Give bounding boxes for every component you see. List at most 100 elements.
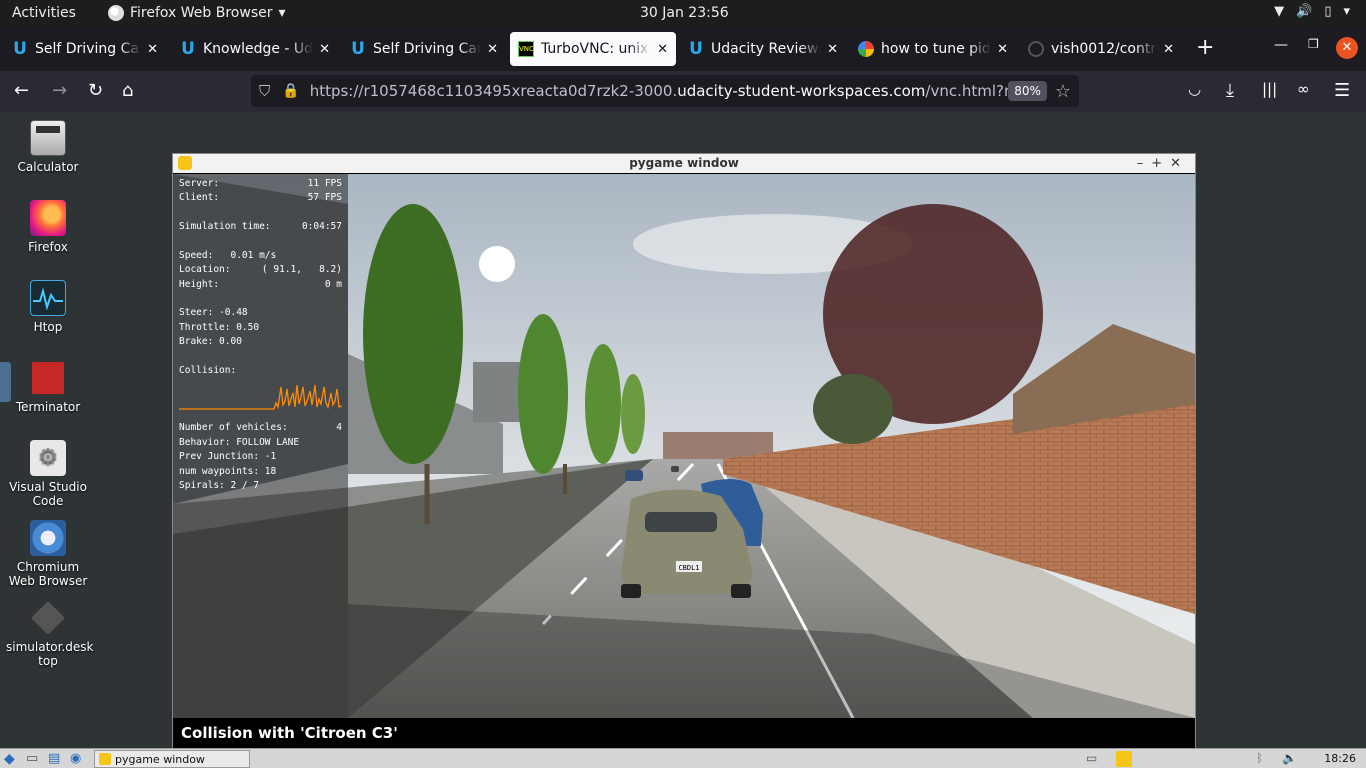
google-icon — [858, 41, 874, 57]
system-tray[interactable]: ▼ 🔊 ▯ ▾ — [1274, 4, 1350, 19]
vnc-remote-desktop[interactable]: Calculator Firefox Htop Terminator ⚙ Vis… — [0, 112, 1366, 749]
library-icon[interactable]: ||| — [1262, 80, 1277, 98]
desktop-icon-chromium[interactable]: Chromium Web Browser — [6, 520, 90, 588]
desktop-icon[interactable]: ▭ — [26, 751, 42, 767]
tab-udacity-reviews[interactable]: U Udacity Reviews ✕ — [680, 32, 846, 66]
pygame-window[interactable]: pygame window –+✕ CBDL1 Server: 11 FPS C… — [172, 153, 1196, 749]
close-icon[interactable]: ✕ — [147, 42, 158, 57]
file-manager-icon[interactable]: ▤ — [48, 751, 64, 767]
sync-icon[interactable]: ∞ — [1297, 80, 1310, 98]
hud-vehicles-label: Number of vehicles: — [179, 422, 288, 433]
close-icon[interactable]: ✕ — [997, 42, 1008, 57]
desktop-icon-htop[interactable]: Htop — [6, 280, 90, 334]
zoom-indicator[interactable]: 80% — [1008, 81, 1047, 101]
lock-icon[interactable]: 🔒 — [282, 83, 299, 99]
download-icon[interactable]: ⤓ — [1226, 80, 1234, 101]
desktop-icon-calculator[interactable]: Calculator — [6, 120, 90, 174]
tab-self-driving-car-2[interactable]: U Self Driving Car E ✕ — [342, 32, 506, 66]
hud-speed: Speed: 0.01 m/s — [179, 250, 277, 261]
hud-throttle: Throttle: 0.50 — [179, 322, 260, 333]
activities-button[interactable]: Activities — [12, 5, 76, 21]
app-menu[interactable]: Firefox Web Browser ▾ — [108, 5, 286, 21]
udacity-icon: U — [351, 39, 365, 59]
bluetooth-icon[interactable]: ᛒ — [1256, 751, 1272, 767]
tab-knowledge[interactable]: U Knowledge - Uda ✕ — [172, 32, 338, 66]
udacity-icon: U — [181, 39, 195, 59]
hud-location-value: ( 91.1, 8.2) — [261, 264, 342, 275]
home-button[interactable]: ⌂ — [122, 80, 133, 101]
tab-self-driving-car-1[interactable]: U Self Driving Car E ✕ — [4, 32, 166, 66]
vscode-icon: ⚙ — [30, 440, 66, 476]
taskbar-item-pygame[interactable]: pygame window — [94, 750, 250, 768]
url-text[interactable]: https://r1057468c1103495xreacta0d7rzk2-3… — [310, 82, 1008, 100]
minimize-button[interactable]: — — [1274, 37, 1288, 53]
tab-pid-tuning[interactable]: how to tune pid p ✕ — [850, 32, 1016, 66]
hud-client: Client: 57 FPS — [179, 192, 342, 203]
desktop-icon-label: simulator.desk top — [6, 640, 94, 668]
hud-behavior: Behavior: FOLLOW LANE — [179, 437, 300, 448]
window-controls[interactable]: –+✕ — [1137, 154, 1189, 173]
simulator-view[interactable]: CBDL1 Server: 11 FPS Client: 57 FPS Simula… — [173, 174, 1195, 718]
nav-toolbar: ← → ↻ ⌂ ⛉ 🔒 https://r1057468c1103495xrea… — [0, 71, 1366, 112]
close-icon[interactable]: ✕ — [319, 42, 330, 57]
pygame-icon — [178, 156, 192, 170]
close-icon[interactable]: ✕ — [487, 42, 498, 57]
firefox-icon — [108, 5, 124, 21]
hud-sim-time-value: 0:04:57 — [301, 221, 342, 232]
reload-button[interactable]: ↻ — [88, 80, 103, 101]
browser-icon[interactable]: ◉ — [70, 751, 86, 767]
pygame-window-title: pygame window — [629, 156, 739, 170]
hud-panel: Server: 11 FPS Client: 57 FPS Simulation t… — [173, 174, 348, 718]
tab-strip: U Self Driving Car E ✕ U Knowledge - Uda… — [0, 27, 1366, 71]
new-tab-button[interactable]: + — [1196, 35, 1214, 60]
license-plate: CBDL1 — [678, 564, 699, 572]
udacity-icon: U — [13, 39, 27, 59]
hud-height: Height: 0 m — [179, 279, 342, 290]
close-icon[interactable]: ✕ — [1163, 42, 1174, 57]
start-menu-icon[interactable]: ◆ — [4, 751, 20, 767]
desktop-icon-label: Terminator — [15, 400, 81, 414]
github-icon — [1028, 41, 1044, 57]
pygame-tray-icon[interactable] — [1116, 751, 1132, 767]
restore-button[interactable]: ❐ — [1308, 37, 1319, 51]
menu-icon[interactable]: ☰ — [1334, 80, 1350, 101]
hud-sim-time: Simulation time: 0:04:57 — [179, 221, 342, 232]
window-close-button[interactable]: ✕ — [1336, 37, 1358, 59]
desktop-icon-label: Chromium Web Browser — [8, 560, 88, 588]
desktop-icon-simulator[interactable]: simulator.desk top — [6, 598, 94, 668]
firefox-icon — [30, 200, 66, 236]
desktop-icon-terminator[interactable]: Terminator — [6, 360, 90, 414]
hud-spirals: Spirals: 2 / 7 — [179, 480, 260, 491]
tab-title: Self Driving Car E — [35, 41, 141, 57]
hud-location-label: Location: — [179, 264, 231, 275]
desktop-icon-label: Visual Studio Code — [9, 480, 87, 508]
hud-server-value: 11 FPS — [307, 178, 342, 189]
desktop-icon-firefox[interactable]: Firefox — [6, 200, 90, 254]
desktop-icon-vscode[interactable]: ⚙ Visual Studio Code — [6, 440, 90, 508]
shield-icon[interactable]: ⛉ — [259, 82, 270, 100]
pygame-titlebar[interactable]: pygame window –+✕ — [173, 154, 1195, 173]
url-prefix: https://r1057468c1103495xreacta0d7rzk2-3… — [309, 82, 678, 100]
tab-title: TurboVNC: unix:1 — [541, 41, 652, 57]
url-bar[interactable]: ⛉ 🔒 https://r1057468c1103495xreacta0d7rz… — [251, 75, 1079, 107]
back-button[interactable]: ← — [14, 80, 29, 101]
pocket-icon[interactable]: ◡ — [1188, 80, 1201, 98]
hud-prev-junction: Prev Junction: -1 — [179, 451, 277, 462]
forward-button[interactable]: → — [52, 80, 67, 101]
system-clock[interactable]: 30 Jan 23:56 — [640, 5, 729, 21]
workspace-icon[interactable]: ▭ — [1086, 751, 1102, 767]
pygame-icon — [99, 753, 111, 765]
hud-collision-label: Collision: — [179, 365, 237, 376]
hud-server-label: Server: — [179, 178, 220, 189]
close-icon[interactable]: ✕ — [827, 42, 838, 57]
volume-icon[interactable]: 🔈 — [1282, 751, 1298, 767]
tab-title: Self Driving Car E — [373, 41, 482, 57]
hud-sim-time-label: Simulation time: — [179, 221, 271, 232]
close-icon[interactable]: ✕ — [657, 42, 668, 57]
hud-vehicles: Number of vehicles: 4 — [179, 422, 342, 433]
tab-turbovnc[interactable]: VNC TurboVNC: unix:1 ✕ — [510, 32, 676, 66]
hud-steer: Steer: -0.48 — [179, 307, 248, 318]
tab-github-control[interactable]: vish0012/control ✕ — [1020, 32, 1182, 66]
taskbar-clock[interactable]: 18:26 — [1324, 752, 1356, 765]
bookmark-star-icon[interactable]: ☆ — [1055, 81, 1071, 102]
